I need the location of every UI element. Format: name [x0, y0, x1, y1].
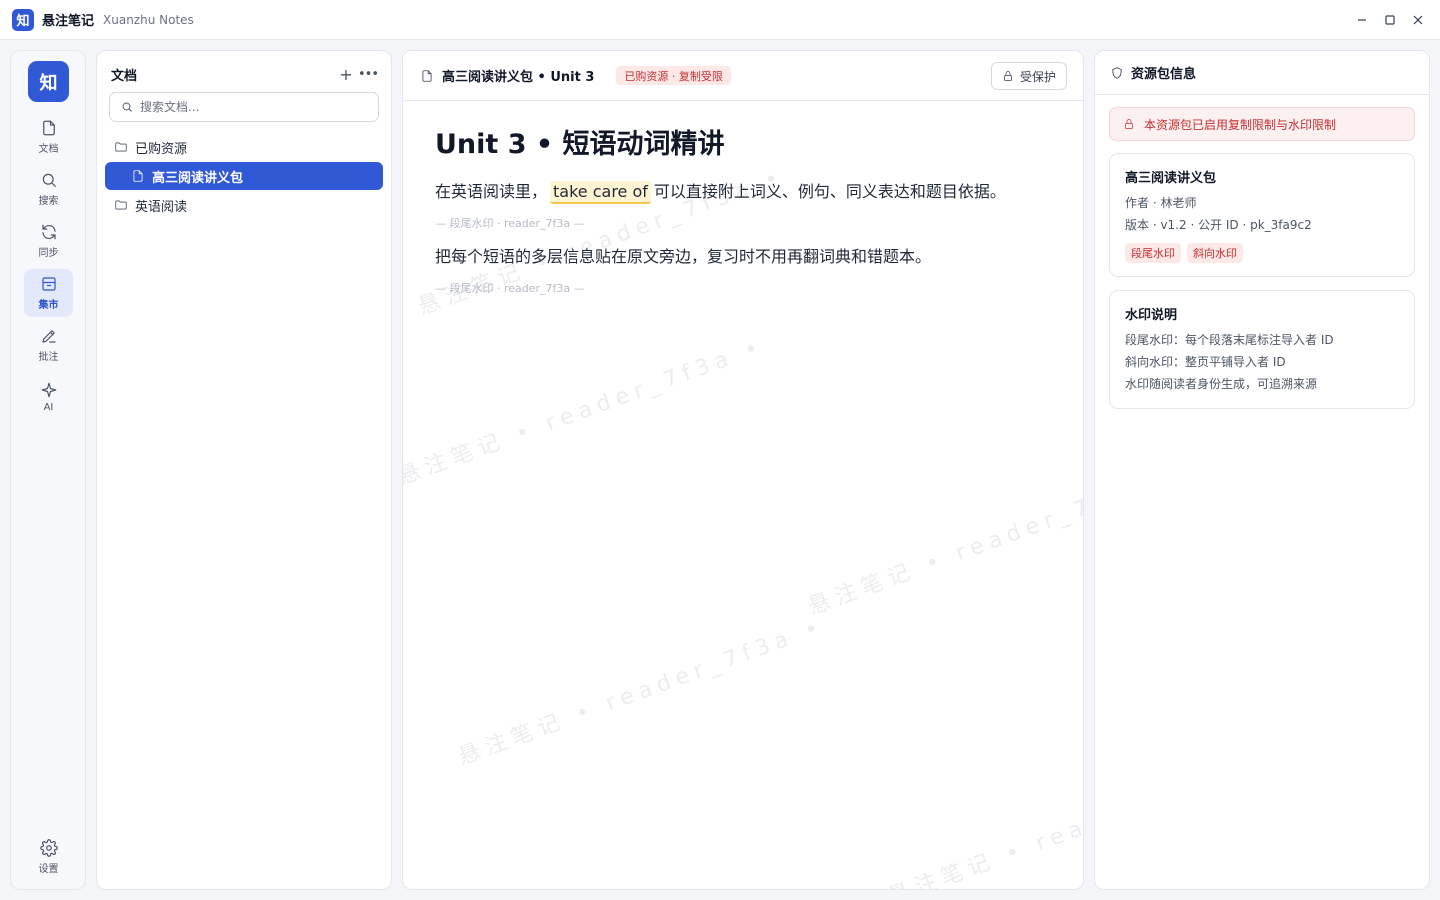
- pack-author: 作者 · 林老师: [1125, 196, 1197, 210]
- folder-icon: [115, 142, 127, 152]
- nav-rail: 知 文档 搜索 同步 集市 批注 AI 设置: [10, 50, 86, 890]
- diagonal-watermark: 悬注笔记 • reader_7f3a •: [805, 464, 1084, 621]
- rail-item-docs[interactable]: 文档: [24, 113, 73, 161]
- resource-info-panel: 资源包信息 本资源包已启用复制限制与水印限制 高三阅读讲义包 作者 · 林老师 …: [1094, 50, 1430, 890]
- rail-item-label: 同步: [38, 248, 59, 259]
- tree-item-label: 高三阅读讲义包: [152, 170, 244, 186]
- protected-label: 受保护: [1019, 69, 1056, 84]
- doclist-actions: + •••: [335, 63, 379, 85]
- folder-icon: [115, 200, 127, 210]
- diagonal-watermark: 悬注笔记 • reader_7f3a •: [455, 614, 828, 771]
- paragraph-text: 在英语阅读里，: [435, 182, 548, 201]
- paragraph-watermark: — 段尾水印 · reader_7f3a —: [435, 282, 585, 295]
- sparkle-icon: [41, 382, 56, 398]
- lock-icon: [1125, 119, 1133, 129]
- search-icon: [42, 173, 56, 187]
- pack-title: 高三阅读讲义包: [1125, 171, 1217, 186]
- search-box: [109, 92, 379, 122]
- pack-card: 高三阅读讲义包 作者 · 林老师 版本 · v1.2 · 公开 ID · pk_…: [1109, 153, 1415, 277]
- alert-text: 本资源包已启用复制限制与水印限制: [1144, 117, 1337, 132]
- restriction-alert: 本资源包已启用复制限制与水印限制: [1109, 107, 1415, 141]
- search-input[interactable]: [140, 100, 360, 114]
- pack-tags: 段尾水印 斜向水印: [1125, 243, 1399, 263]
- rail-item-label: 搜索: [38, 196, 59, 207]
- rail-item-label: AI: [43, 402, 54, 413]
- rail-item-label: 设置: [38, 864, 59, 875]
- document-heading: Unit 3 • 短语动词精讲: [435, 129, 725, 160]
- minimize-button[interactable]: [1348, 6, 1376, 34]
- watermark-info-card: 水印说明 段尾水印：每个段落末尾标注导入者 ID 斜向水印：整页平铺导入者 ID…: [1109, 290, 1415, 409]
- watermark-desc-line: 水印随阅读者身份生成，可追溯来源: [1125, 377, 1318, 391]
- rail-logo: 知: [28, 61, 69, 102]
- restriction-badge: 已购资源 · 复制受限: [616, 66, 731, 85]
- add-document-button[interactable]: +: [335, 63, 357, 85]
- market-icon: [41, 277, 56, 291]
- plus-icon: +: [339, 64, 353, 84]
- pen-icon: [41, 330, 56, 343]
- watermark-desc-line: 段尾水印：每个段落末尾标注导入者 ID: [1125, 333, 1334, 347]
- editor-header: 高三阅读讲义包 • Unit 3 已购资源 · 复制受限 受保护: [403, 51, 1083, 101]
- file-icon: [42, 120, 55, 136]
- watermark-desc-line: 斜向水印：整页平铺导入者 ID: [1125, 355, 1286, 369]
- paragraph-text: 可以直接附上词义、例句、同义表达和题目依据。: [653, 182, 1006, 201]
- paragraph-watermark: — 段尾水印 · reader_7f3a —: [435, 217, 585, 230]
- editor-body[interactable]: Unit 3 • 短语动词精讲 在英语阅读里， take care of 可以直接附…: [435, 125, 1065, 297]
- app-title: 悬注笔记: [42, 14, 95, 29]
- maximize-button[interactable]: [1376, 6, 1404, 34]
- pack-meta: 版本 · v1.2 · 公开 ID · pk_3fa9c2: [1125, 218, 1312, 232]
- tag-diagonal-watermark: 斜向水印: [1187, 243, 1243, 263]
- file-icon: [133, 170, 143, 182]
- rail-item-search[interactable]: 搜索: [24, 165, 73, 213]
- info-header: 资源包信息: [1095, 51, 1429, 95]
- rail-item-label: 批注: [38, 352, 59, 363]
- paragraph-1: 在英语阅读里， take care of 可以直接附上词义、例句、同义表达和题目依据…: [435, 177, 1065, 207]
- sync-icon: [41, 224, 56, 240]
- title-bar: 知 悬注笔记 Xuanzhu Notes: [0, 0, 1440, 40]
- protected-button[interactable]: 受保护: [990, 62, 1067, 90]
- app-subtitle: Xuanzhu Notes: [103, 12, 194, 27]
- close-button[interactable]: [1404, 6, 1432, 34]
- rail-item-settings[interactable]: 设置: [24, 833, 73, 881]
- search-icon: [122, 102, 132, 112]
- tree-folder-purchased[interactable]: 已购资源: [105, 133, 383, 161]
- diagonal-watermark: 悬注笔记 • reader_7f3a •: [402, 334, 768, 491]
- rail-item-market[interactable]: 集市: [24, 269, 73, 317]
- lock-icon: [1004, 71, 1012, 81]
- minimize-icon: [1358, 19, 1366, 21]
- diagonal-watermark: 悬注笔记 • reader_7f3a •: [885, 754, 1084, 890]
- app-logo: 知: [12, 8, 34, 31]
- shield-icon: [1112, 66, 1122, 79]
- doclist-title: 文档: [111, 69, 138, 84]
- document-list-panel: 文档 + ••• 已购资源 高三阅读讲义包 英语阅读: [96, 50, 392, 890]
- editor-panel: 悬注笔记 • reader_7f3a • 悬注笔记 • reader_7f3a …: [402, 50, 1084, 890]
- annotated-phrase[interactable]: take care of: [550, 181, 651, 204]
- watermark-card-title: 水印说明: [1125, 308, 1178, 323]
- tree-item-label: 英语阅读: [135, 199, 188, 215]
- rail-item-ai[interactable]: AI: [24, 373, 73, 421]
- tree-file-reading-pack[interactable]: 高三阅读讲义包: [105, 162, 383, 190]
- rail-item-annotate[interactable]: 批注: [24, 321, 73, 369]
- rail-item-label: 文档: [38, 144, 59, 155]
- tree-folder-english-reading[interactable]: 英语阅读: [105, 191, 383, 219]
- rail-item-sync[interactable]: 同步: [24, 217, 73, 265]
- ellipsis-icon: •••: [357, 66, 379, 82]
- gear-icon: [39, 839, 58, 857]
- window-controls: [1348, 0, 1432, 40]
- more-options-button[interactable]: •••: [357, 63, 379, 85]
- tree-item-label: 已购资源: [135, 141, 188, 157]
- paragraph-2: 把每个短语的多层信息贴在原文旁边，复习时不用再翻词典和错题本。: [435, 247, 932, 266]
- file-icon: [422, 69, 432, 82]
- maximize-icon: [1385, 15, 1395, 25]
- tag-paragraph-watermark: 段尾水印: [1125, 243, 1181, 263]
- document-title: 高三阅读讲义包 • Unit 3: [442, 70, 595, 85]
- close-icon: [1413, 15, 1423, 25]
- rail-item-label: 集市: [38, 300, 59, 311]
- info-title: 资源包信息: [1131, 67, 1197, 82]
